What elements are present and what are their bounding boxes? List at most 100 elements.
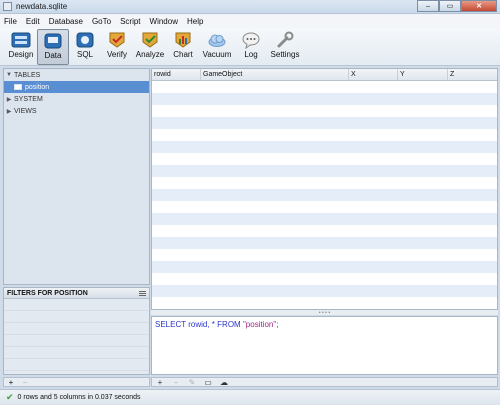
toolbar: Design Data SQL Verify Analyze Chart Vac… [0,28,500,66]
verify-button[interactable]: Verify [101,29,133,65]
settings-button[interactable]: Settings [267,29,303,65]
chart-button[interactable]: Chart [167,29,199,65]
column-header-z[interactable]: Z [448,69,497,80]
analyze-button[interactable]: Analyze [133,29,167,65]
views-label: VIEWS [14,107,37,115]
filter-row [4,347,149,359]
sql-table-name: "position" [242,320,277,329]
menu-goto[interactable]: GoTo [92,17,111,26]
minimize-button[interactable]: ‒ [417,0,439,12]
sidebar: ▼ TABLES position ▶ SYSTEM ▶ VIEWS [3,68,150,285]
table-row [152,141,497,153]
table-row [152,273,497,285]
design-icon [11,31,31,49]
table-row [152,153,497,165]
table-icon [14,84,22,90]
sql-label: SQL [76,50,93,59]
menu-database[interactable]: Database [49,17,83,26]
filters-toolbar: + − [3,377,150,387]
expand-right-icon: ▶ [6,108,12,115]
grid-toolbar: + − ✎ ▭ ☁ [151,377,498,387]
tree-item-position[interactable]: position [4,81,149,93]
filters-title: FILTERS FOR POSITION [7,289,88,297]
verify-label: Verify [106,50,127,59]
menu-bar: File Edit Database GoTo Script Window He… [0,14,500,28]
sql-button[interactable]: SQL [69,29,101,65]
verify-icon [107,31,127,49]
sql-terminator: ; [276,320,279,329]
app-icon [3,2,12,11]
log-button[interactable]: Log [235,29,267,65]
grid-header: rowid GameObject X Y Z [152,69,497,81]
grid-body [152,81,497,309]
table-row [152,249,497,261]
table-row [152,237,497,249]
tree-section-system[interactable]: ▶ SYSTEM [4,93,149,105]
remove-filter-button[interactable]: − [18,378,32,387]
data-button[interactable]: Data [37,29,69,65]
menu-file[interactable]: File [4,17,17,26]
table-row [152,177,497,189]
sql-icon [75,31,95,49]
window-title: newdata.sqlite [16,2,68,11]
status-text: 0 rows and 5 columns in 0.037 seconds [17,394,141,401]
tree-section-tables[interactable]: ▼ TABLES [4,69,149,81]
vacuum-button[interactable]: Vacuum [199,29,235,65]
chart-label: Chart [173,50,193,59]
splitter-handle[interactable]: • • • • [151,310,498,316]
maximize-button[interactable]: ▭ [439,0,461,12]
cloud-upload-icon[interactable]: ☁ [216,378,232,387]
filter-row [4,311,149,323]
monitor-icon[interactable]: ▭ [200,378,216,387]
grip-icon[interactable] [139,290,146,296]
sql-star: * [211,320,215,329]
checkmark-icon: ✔ [6,392,14,402]
menu-help[interactable]: Help [187,17,203,26]
table-row [152,189,497,201]
filter-row [4,335,149,347]
sql-keyword-from: FROM [217,320,241,329]
speech-bubble-icon [241,31,261,49]
close-button[interactable]: ✕ [461,0,497,12]
design-label: Design [8,50,34,59]
design-button[interactable]: Design [5,29,37,65]
table-row [152,105,497,117]
add-row-button[interactable]: + [152,378,168,387]
filter-row [4,323,149,335]
column-header-x[interactable]: X [349,69,398,80]
column-header-gameobject[interactable]: GameObject [201,69,349,80]
menu-window[interactable]: Window [150,17,178,26]
window-controls: ‒ ▭ ✕ [417,0,497,13]
status-bar: ✔ 0 rows and 5 columns in 0.037 seconds [0,389,500,405]
table-row [152,297,497,309]
menu-edit[interactable]: Edit [26,17,40,26]
expand-down-icon: ▼ [6,72,12,78]
cloud-icon [207,31,227,49]
sql-editor[interactable]: SELECT rowid, * FROM "position"; [151,316,498,375]
filter-row [4,359,149,371]
expand-right-icon: ▶ [6,96,12,103]
filters-header: FILTERS FOR POSITION [4,288,149,299]
settings-label: Settings [270,50,300,59]
table-row [152,261,497,273]
table-row [152,117,497,129]
add-filter-button[interactable]: + [4,378,18,387]
system-label: SYSTEM [14,95,43,103]
table-row [152,201,497,213]
table-row [152,81,497,93]
table-row [152,285,497,297]
wrench-icon [275,31,295,49]
remove-row-button[interactable]: − [168,378,184,387]
sql-keyword-select: SELECT [155,320,186,329]
vacuum-label: Vacuum [202,50,232,59]
column-header-y[interactable]: Y [398,69,448,80]
column-header-rowid[interactable]: rowid [152,69,201,80]
log-label: Log [244,50,258,59]
data-icon [43,32,63,50]
tree-item-label: position [25,83,50,91]
filters-panel: FILTERS FOR POSITION [3,287,150,375]
menu-script[interactable]: Script [120,17,140,26]
table-row [152,165,497,177]
edit-icon[interactable]: ✎ [184,378,200,387]
tree-section-views[interactable]: ▶ VIEWS [4,105,149,117]
